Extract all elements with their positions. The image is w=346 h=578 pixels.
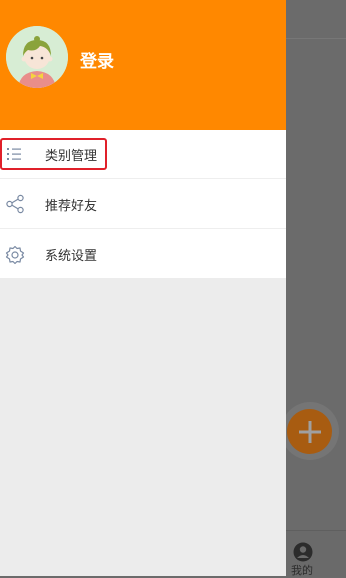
drawer-header: 登录: [0, 0, 286, 130]
avatar[interactable]: [6, 26, 68, 88]
user-avatar-illustration: [6, 26, 68, 88]
person-icon[interactable]: [293, 542, 313, 562]
menu-item-label: 推荐好友: [45, 198, 98, 214]
share-icon: [6, 194, 24, 214]
menu-item-label: 系统设置: [45, 249, 98, 264]
add-fab-button[interactable]: [287, 409, 332, 454]
navigation-drawer: 登录 类别管理 推荐好友 系统设置: [0, 0, 286, 576]
plus-icon: [298, 420, 321, 443]
login-label[interactable]: 登录: [80, 47, 114, 72]
menu-item-system-settings[interactable]: 系统设置: [0, 230, 286, 279]
gear-icon: [5, 245, 25, 264]
divider: [286, 38, 346, 39]
menu-item-recommend-friends[interactable]: 推荐好友: [0, 180, 286, 229]
highlight-box: [0, 138, 107, 170]
